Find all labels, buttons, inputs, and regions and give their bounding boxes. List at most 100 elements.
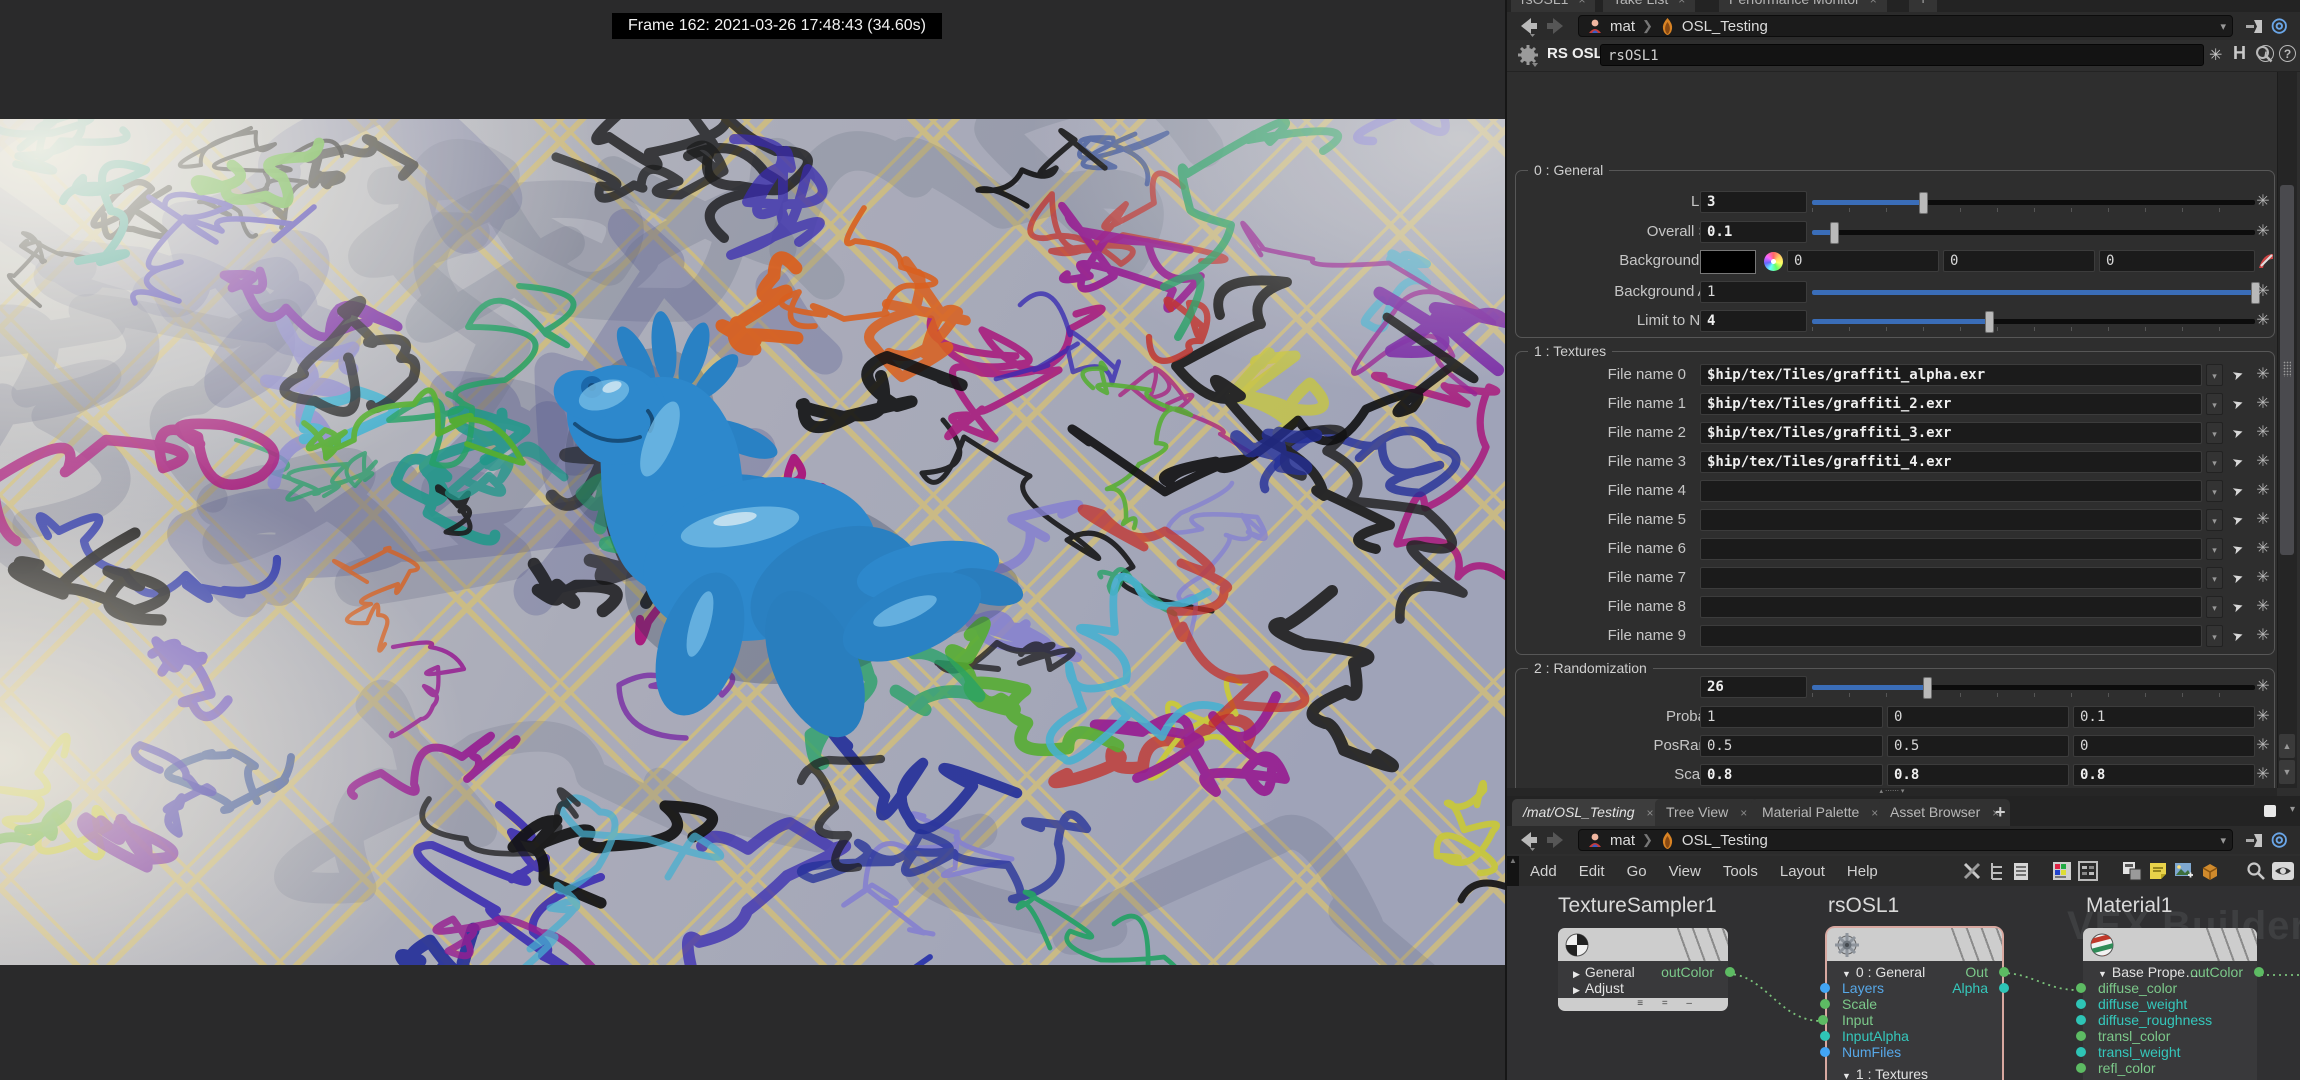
node-flags[interactable] — [1950, 928, 2002, 961]
file-dropdown-icon[interactable]: ▾ — [2206, 596, 2223, 618]
collapse-icon[interactable]: ▶ — [1573, 985, 1580, 995]
file-chooser-icon[interactable]: ➤ — [2225, 622, 2251, 649]
breadcrumb[interactable]: mat ❯ OSL_Testing ▾ — [1578, 15, 2233, 37]
close-icon[interactable]: × — [1647, 806, 1654, 820]
limit-files-field[interactable]: 4 — [1700, 310, 1807, 332]
node-row-transl-weight[interactable]: transl_weight — [2083, 1044, 2257, 1060]
layers-input-dot[interactable] — [1820, 983, 1830, 993]
back-button[interactable] — [1515, 829, 1539, 851]
parm-menu-icon[interactable]: ✳ — [2253, 310, 2273, 332]
node-type-gear-icon[interactable] — [1516, 44, 1542, 70]
outcolor-output-dot[interactable] — [2254, 967, 2264, 977]
overall-scale-slider[interactable] — [1812, 221, 2255, 243]
node-row-diffuse-color[interactable]: diffuse_color — [2083, 980, 2257, 996]
parm-menu-icon[interactable]: ✳ — [2253, 451, 2273, 473]
split-windows-icon[interactable] — [2122, 861, 2142, 881]
node-row-numfiles[interactable]: NumFiles — [1827, 1044, 2002, 1060]
parm-menu-icon[interactable]: ✳ — [2253, 364, 2273, 386]
file-dropdown-icon[interactable]: ▾ — [2206, 393, 2223, 415]
breadcrumb[interactable]: mat ❯ OSL_Testing ▾ — [1578, 829, 2233, 851]
refl-color-input-dot[interactable] — [2076, 1063, 2086, 1073]
group-title[interactable]: 1 : Textures — [1528, 343, 1612, 359]
seed-slider[interactable] — [1812, 676, 2255, 698]
collapse-icon[interactable]: ▶ — [1573, 969, 1580, 979]
close-icon[interactable]: × — [1740, 806, 1747, 820]
tab-take-list[interactable]: Take List× — [1603, 0, 1695, 12]
scale-input-dot[interactable] — [1820, 999, 1830, 1009]
parm-menu-icon[interactable]: ✳ — [2253, 764, 2273, 786]
parm-menu-icon[interactable]: ✳ — [2253, 625, 2273, 647]
houdini-badge-icon[interactable]: H — [2233, 43, 2246, 64]
node-header[interactable] — [1558, 928, 1728, 961]
probability-y[interactable]: 0 — [1887, 706, 2069, 728]
background-alpha-slider[interactable] — [1812, 281, 2255, 303]
parm-snowflake-icon[interactable]: ✳ — [2209, 45, 2222, 65]
node-footer[interactable]: ≡ = – — [1558, 998, 1728, 1011]
collapse-icon[interactable]: ▼ — [2098, 969, 2107, 979]
bg-b-field[interactable]: 0 — [2099, 250, 2255, 272]
diffuse-weight-input-dot[interactable] — [2076, 999, 2086, 1009]
file-chooser-icon[interactable]: ➤ — [2225, 448, 2251, 475]
node-row-diffuse-weight[interactable]: diffuse_weight — [2083, 996, 2257, 1012]
node-row-diffuse-roughness[interactable]: diffuse_roughness — [2083, 1012, 2257, 1028]
path-dropdown-icon[interactable]: ▾ — [2220, 20, 2226, 33]
pane-menu-icon[interactable]: ▾ — [2290, 804, 2295, 815]
node-row-refl-color[interactable]: refl_color — [2083, 1060, 2257, 1076]
collapse-icon[interactable]: ▼ — [1842, 969, 1851, 979]
menu-add[interactable]: Add — [1519, 863, 1568, 880]
linked-pane-icon[interactable]: ◎ — [2271, 14, 2288, 37]
node-material1[interactable]: ▼Base Prope… outColor diffuse_color diff… — [2083, 928, 2257, 1080]
file-chooser-icon[interactable]: ➤ — [2225, 535, 2251, 562]
parm-menu-icon[interactable]: ✳ — [2253, 538, 2273, 560]
parm-dialog-icon[interactable] — [2078, 861, 2098, 881]
info-icon[interactable]: i — [2257, 45, 2274, 62]
node-row-scale[interactable]: Scale — [1827, 996, 2002, 1012]
parm-menu-icon[interactable]: ✳ — [2253, 422, 2273, 444]
input-input-dot[interactable] — [1818, 1015, 1828, 1025]
node-row-section-general[interactable]: ▼0 : General Out — [1827, 964, 2002, 980]
pane-maximize-icon[interactable] — [2264, 805, 2276, 817]
probability-x[interactable]: 1 — [1700, 706, 1883, 728]
pane-edge-widget[interactable]: ▲ — [1507, 856, 1519, 886]
menu-edit[interactable]: Edit — [1568, 863, 1616, 880]
palette-icon[interactable] — [2052, 861, 2072, 881]
numfiles-input-dot[interactable] — [1820, 1047, 1830, 1057]
menu-view[interactable]: View — [1658, 863, 1712, 880]
parameter-scrollbar[interactable]: ▲ ▼ — [2277, 72, 2297, 788]
file-name-5-field[interactable] — [1700, 509, 2202, 531]
pin-icon[interactable] — [2245, 16, 2265, 36]
seed-field[interactable]: 26 — [1700, 676, 1807, 698]
file-dropdown-icon[interactable]: ▾ — [2206, 451, 2223, 473]
node-row-section-textures[interactable]: ▼1 : Textures — [1827, 1066, 2002, 1080]
diffuse-roughness-input-dot[interactable] — [2076, 1015, 2086, 1025]
file-dropdown-icon[interactable]: ▾ — [2206, 480, 2223, 502]
parm-menu-icon[interactable]: ✳ — [2253, 706, 2273, 728]
layers-slider[interactable] — [1812, 191, 2255, 213]
file-name-1-field[interactable]: $hip/tex/Tiles/graffiti_2.exr — [1700, 393, 2202, 415]
close-icon[interactable]: × — [1871, 806, 1878, 820]
tab-material-palette[interactable]: Material Palette× — [1751, 799, 1889, 826]
file-dropdown-icon[interactable]: ▾ — [2206, 422, 2223, 444]
file-chooser-icon[interactable]: ➤ — [2225, 593, 2251, 620]
group-title[interactable]: 0 : General — [1528, 162, 1609, 178]
add-tab-button[interactable]: + — [1995, 799, 2006, 826]
file-name-9-field[interactable] — [1700, 625, 2202, 647]
breadcrumb-current[interactable]: OSL_Testing — [1682, 18, 1768, 35]
menu-layout[interactable]: Layout — [1769, 863, 1836, 880]
parm-menu-icon[interactable]: ✳ — [2253, 281, 2273, 303]
bg-r-field[interactable]: 0 — [1787, 250, 1939, 272]
overall-scale-field[interactable]: 0.1 — [1700, 221, 1807, 243]
breadcrumb-root[interactable]: mat — [1610, 18, 1635, 35]
pane-collapse-bar[interactable]: ▴ ⋯⋯ ▾ — [1507, 788, 2277, 796]
tab-asset-browser[interactable]: Asset Browser× — [1879, 799, 2010, 826]
node-row-base-properties[interactable]: ▼Base Prope… outColor — [2083, 964, 2257, 980]
background-image-icon[interactable] — [2174, 861, 2194, 881]
node-row-general[interactable]: ▶General outColor — [1558, 964, 1728, 980]
parm-menu-icon[interactable]: ✳ — [2253, 480, 2273, 502]
list-icon[interactable] — [2012, 861, 2030, 881]
limit-files-slider[interactable] — [1812, 310, 2255, 332]
search-icon[interactable] — [2246, 861, 2266, 881]
path-dropdown-icon[interactable]: ▾ — [2220, 834, 2226, 847]
scalemin-z[interactable]: 0.8 — [2073, 764, 2255, 786]
node-row-transl-color[interactable]: transl_color — [2083, 1028, 2257, 1044]
